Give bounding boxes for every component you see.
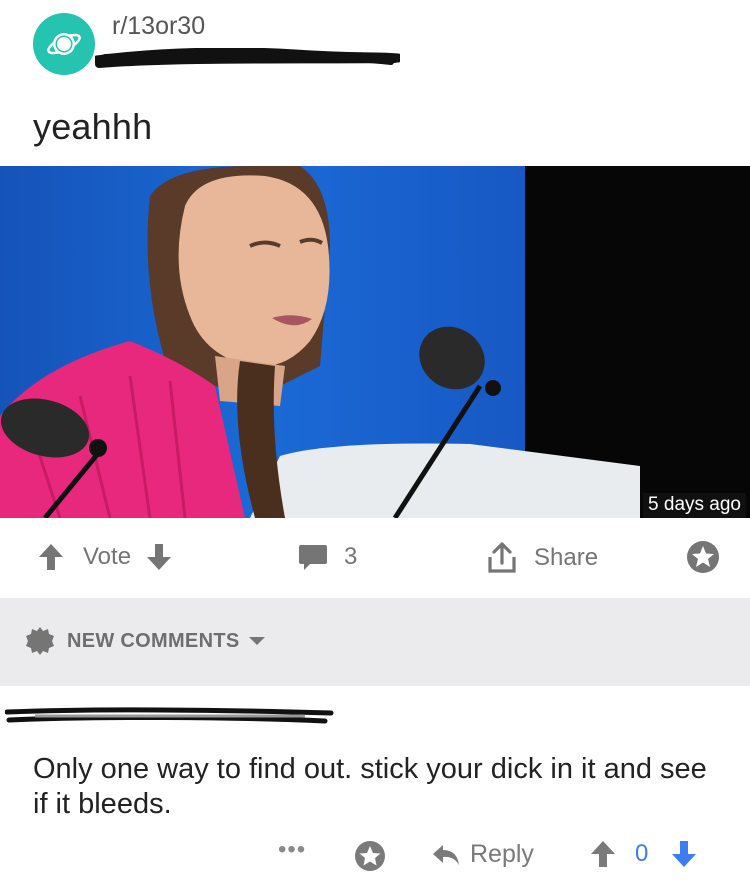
star-icon bbox=[687, 541, 719, 573]
image-timestamp: 5 days ago bbox=[643, 493, 746, 518]
reply-label: Reply bbox=[470, 840, 534, 868]
more-options-button[interactable]: ••• bbox=[278, 836, 306, 864]
vote-label: Vote bbox=[83, 543, 132, 570]
reply-button[interactable]: Reply bbox=[432, 840, 534, 869]
speech-bubble-icon bbox=[299, 545, 327, 570]
new-comments-label: NEW COMMENTS bbox=[67, 629, 240, 652]
sort-dropdown[interactable]: NEW COMMENTS bbox=[25, 626, 266, 656]
share-label: Share bbox=[534, 544, 599, 571]
comment: Only one way to find out. stick your dic… bbox=[0, 686, 750, 891]
comment-favorite-button[interactable] bbox=[354, 840, 386, 872]
vote-control: Vote bbox=[37, 542, 173, 572]
share-upload-icon bbox=[488, 542, 516, 573]
comment-upvote-button[interactable] bbox=[590, 840, 616, 868]
gear-badge-icon bbox=[26, 627, 54, 655]
subreddit-avatar[interactable] bbox=[33, 13, 95, 75]
more-dots-icon: ••• bbox=[278, 836, 307, 863]
arrow-down-icon[interactable] bbox=[145, 542, 173, 572]
arrow-up-icon bbox=[591, 841, 615, 867]
comments-button[interactable]: 3 bbox=[298, 542, 357, 572]
post-header: r/13or30 bbox=[0, 0, 750, 100]
arrow-down-icon bbox=[672, 841, 696, 867]
post-title[interactable]: yeahhh bbox=[33, 106, 152, 148]
comment-body: Only one way to find out. stick your dic… bbox=[33, 753, 707, 820]
arrow-up-icon[interactable] bbox=[37, 542, 65, 572]
post-action-bar: Vote 3 Share bbox=[0, 518, 750, 598]
chevron-down-icon bbox=[249, 637, 266, 645]
redaction-scribble bbox=[95, 48, 400, 68]
reply-arrow-icon bbox=[433, 844, 459, 865]
photo-illustration bbox=[0, 166, 750, 518]
redaction-scribble bbox=[5, 707, 334, 724]
comment-actions: ••• Reply 0 bbox=[0, 836, 750, 876]
comment-score: 0 bbox=[635, 840, 649, 867]
favorite-button[interactable] bbox=[686, 540, 720, 574]
share-button[interactable]: Share bbox=[487, 542, 598, 574]
star-icon bbox=[355, 841, 385, 871]
planet-icon bbox=[47, 33, 81, 55]
post-image[interactable]: 5 days ago bbox=[0, 166, 750, 518]
comment-downvote-button[interactable] bbox=[671, 840, 697, 868]
new-comments-bar: NEW COMMENTS bbox=[0, 598, 750, 686]
subreddit-name[interactable]: r/13or30 bbox=[112, 12, 205, 41]
comment-count: 3 bbox=[344, 543, 358, 570]
